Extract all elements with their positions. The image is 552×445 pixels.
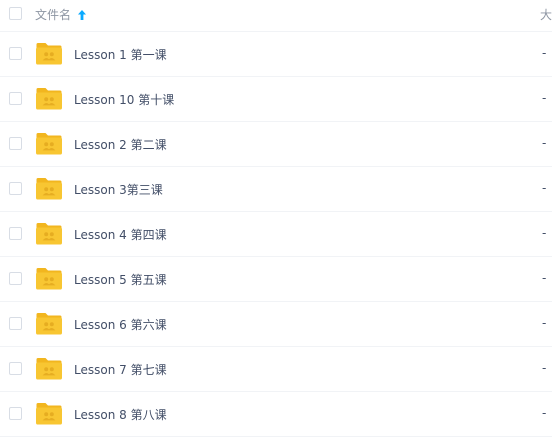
row-checkbox[interactable] — [9, 137, 22, 150]
list-item[interactable]: Lesson 2 第二课 - — [0, 122, 552, 167]
file-size: - — [542, 91, 547, 105]
file-name[interactable]: Lesson 1 第一课 — [74, 46, 167, 63]
shared-folder-icon — [36, 178, 62, 200]
row-checkbox[interactable] — [9, 407, 22, 420]
file-name[interactable]: Lesson 4 第四课 — [74, 226, 167, 243]
file-size: - — [542, 46, 547, 60]
file-size: - — [542, 316, 547, 330]
shared-folder-icon — [36, 313, 62, 335]
list-item[interactable]: Lesson 8 第八课 - — [0, 392, 552, 437]
size-column-header[interactable]: 大 — [540, 6, 552, 23]
file-size: - — [542, 181, 547, 195]
list-item[interactable]: Lesson 7 第七课 - — [0, 347, 552, 392]
file-list: 文件名 大 Lesson 1 第一课 - Lesson 10 第十课 - Les… — [0, 0, 552, 445]
shared-folder-icon — [36, 223, 62, 245]
arrow-up-icon — [78, 9, 87, 20]
row-checkbox[interactable] — [9, 272, 22, 285]
name-column-header[interactable]: 文件名 — [35, 6, 87, 23]
file-size: - — [542, 226, 547, 240]
list-item[interactable]: Lesson 1 第一课 - — [0, 32, 552, 77]
name-column-label: 文件名 — [35, 8, 72, 22]
list-item[interactable]: Lesson 4 第四课 - — [0, 212, 552, 257]
file-size: - — [542, 406, 547, 420]
file-size: - — [542, 271, 547, 285]
file-size: - — [542, 136, 547, 150]
file-name[interactable]: Lesson 6 第六课 — [74, 316, 167, 333]
row-checkbox[interactable] — [9, 92, 22, 105]
list-item[interactable]: Lesson 6 第六课 - — [0, 302, 552, 347]
list-item[interactable]: Lesson 5 第五课 - — [0, 257, 552, 302]
shared-folder-icon — [36, 88, 62, 110]
file-name[interactable]: Lesson 2 第二课 — [74, 136, 167, 153]
shared-folder-icon — [36, 358, 62, 380]
row-checkbox[interactable] — [9, 47, 22, 60]
shared-folder-icon — [36, 403, 62, 425]
shared-folder-icon — [36, 133, 62, 155]
file-name[interactable]: Lesson 8 第八课 — [74, 406, 167, 423]
file-name[interactable]: Lesson 7 第七课 — [74, 361, 167, 378]
file-rows: Lesson 1 第一课 - Lesson 10 第十课 - Lesson 2 … — [0, 32, 552, 437]
file-name[interactable]: Lesson 10 第十课 — [74, 91, 174, 108]
row-checkbox[interactable] — [9, 182, 22, 195]
file-name[interactable]: Lesson 5 第五课 — [74, 271, 167, 288]
file-size: - — [542, 361, 547, 375]
shared-folder-icon — [36, 43, 62, 65]
shared-folder-icon — [36, 268, 62, 290]
list-item[interactable]: Lesson 10 第十课 - — [0, 77, 552, 122]
list-item[interactable]: Lesson 3第三课 - — [0, 167, 552, 212]
list-header: 文件名 大 — [0, 0, 552, 32]
row-checkbox[interactable] — [9, 227, 22, 240]
file-name[interactable]: Lesson 3第三课 — [74, 181, 163, 198]
row-checkbox[interactable] — [9, 362, 22, 375]
select-all-checkbox[interactable] — [9, 7, 22, 20]
row-checkbox[interactable] — [9, 317, 22, 330]
